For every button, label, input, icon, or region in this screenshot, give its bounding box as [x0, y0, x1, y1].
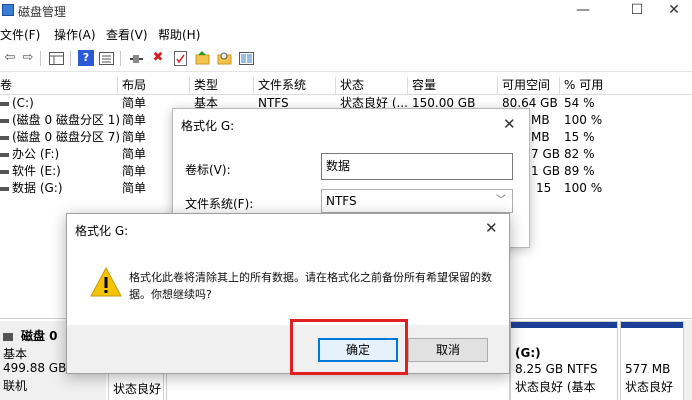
layout-cell: 简单 — [122, 181, 147, 195]
volume-icon — [0, 135, 9, 140]
column-header-capacity[interactable]: 容量 — [408, 77, 498, 95]
dialog-button-strip: 确定 取消 — [67, 325, 509, 373]
partition-g-size: 8.25 GB NTFS — [515, 362, 598, 376]
volume-icon — [0, 169, 9, 174]
layout-cell: 简单 — [122, 147, 147, 161]
filesystem-select[interactable]: NTFS ﹀ — [321, 189, 513, 213]
menu-view[interactable]: 查看(V) — [106, 26, 148, 43]
volume-name-cell: (磁盘 0 磁盘分区 1) — [0, 112, 120, 129]
partition-g-status: 状态良好 (基本 — [515, 380, 596, 394]
percent-free-cell: 82 % — [564, 147, 595, 161]
partition-bar — [511, 322, 617, 328]
column-header-layout[interactable]: 布局 — [118, 77, 190, 95]
delete-x-icon[interactable]: ✖ — [150, 50, 166, 66]
percent-free-cell: 54 % — [564, 96, 595, 110]
percent-free-cell: 15 % — [564, 130, 595, 144]
disk-type: 基本 — [3, 347, 28, 361]
toolbar-separator — [120, 51, 121, 66]
menu-help[interactable]: 帮助(H) — [158, 26, 200, 43]
column-header-volume[interactable]: 卷 — [0, 77, 118, 95]
disk-size: 499.88 GB — [3, 361, 67, 375]
cancel-button[interactable]: 取消 — [408, 338, 488, 362]
volume-icon — [0, 101, 9, 106]
percent-free-cell: 100 % — [564, 181, 603, 195]
back-arrow-icon[interactable]: ⇦ — [2, 50, 18, 66]
ok-button-highlight-box — [290, 319, 408, 375]
disk-icon — [3, 332, 13, 341]
volume-name-cell: 办公 (F:) — [0, 146, 59, 163]
volume-name-cell: (磁盘 0 磁盘分区 7) — [0, 129, 120, 146]
column-header-percent-free[interactable]: % 可用 — [560, 77, 692, 95]
warning-icon — [90, 266, 122, 297]
toolbar: ⇦ ⇨ ? ✖ — [0, 46, 692, 72]
window-titlebar: 磁盘管理 — ☐ ✕ — [0, 0, 692, 22]
volume-icon — [0, 186, 9, 191]
panels-icon[interactable] — [238, 50, 254, 66]
column-header-filesystem[interactable]: 文件系统 — [254, 77, 336, 95]
format-dialog-title: 格式化 G: — [181, 119, 235, 133]
properties-grid-icon[interactable] — [48, 50, 64, 66]
free-space-cell: 7 GB — [531, 147, 560, 161]
chevron-down-icon: ﹀ — [496, 195, 506, 206]
maximize-button[interactable]: ☐ — [614, 0, 660, 22]
partition-block-last[interactable]: 577 MB 状态良好 — [620, 321, 684, 400]
partition-last-status: 状态良好 — [625, 380, 674, 394]
connect-icon[interactable] — [128, 50, 144, 66]
disk-management-app-icon — [2, 4, 14, 16]
layout-cell: 简单 — [122, 164, 147, 178]
disk-status: 联机 — [3, 379, 28, 393]
minimize-button[interactable]: — — [560, 0, 606, 22]
free-space-cell: 1 GB — [531, 164, 560, 178]
format-confirm-dialog: 格式化 G: ✕ 格式化此卷将清除其上的所有数据。请在格式化之前备份所有希望保留… — [66, 213, 510, 374]
volume-label-label: 卷标(V): — [185, 163, 231, 177]
partition-block-g[interactable]: (G:) 8.25 GB NTFS 状态良好 (基本 — [510, 321, 618, 400]
partition-g-label: (G:) — [515, 346, 541, 360]
format-dialog-close-icon[interactable]: ✕ — [503, 115, 516, 133]
forward-arrow-icon[interactable]: ⇨ — [20, 50, 36, 66]
toolbar-separator — [40, 51, 41, 66]
confirm-dialog-close-icon[interactable]: ✕ — [485, 219, 498, 237]
toolbar-separator — [70, 51, 71, 66]
column-header-status[interactable]: 状态 — [336, 77, 408, 95]
vertical-scrollbar[interactable] — [684, 320, 692, 400]
volume-label-input[interactable]: 数据 — [321, 153, 513, 180]
partition-status: 状态良好 — [113, 382, 162, 396]
volume-name-cell: 数据 (G:) — [0, 180, 63, 197]
volume-icon — [0, 152, 9, 157]
volume-icon — [0, 118, 9, 123]
menu-action[interactable]: 操作(A) — [54, 26, 96, 43]
partition-bar — [621, 322, 683, 328]
percent-free-cell: 100 % — [564, 113, 603, 127]
free-space-cell: MB — [531, 113, 550, 127]
close-button[interactable]: ✕ — [656, 0, 692, 22]
help-icon[interactable]: ? — [78, 50, 94, 66]
disk-name: 磁盘 0 — [3, 327, 58, 344]
layout-cell: 简单 — [122, 96, 147, 110]
menu-file[interactable]: 文件(F) — [0, 26, 40, 43]
partition-last-size: 577 MB — [625, 362, 671, 376]
column-header-type[interactable]: 类型 — [190, 77, 254, 95]
folder-up-icon[interactable] — [194, 50, 210, 66]
free-space-cell: MB — [531, 130, 550, 144]
layout-cell: 简单 — [122, 130, 147, 144]
percent-free-cell: 89 % — [564, 164, 595, 178]
free-space-cell: 15 — [536, 181, 552, 195]
column-header-free-space[interactable]: 可用空间 — [498, 77, 560, 95]
layout-cell: 简单 — [122, 113, 147, 127]
confirm-dialog-title: 格式化 G: — [75, 224, 129, 238]
search-icon[interactable] — [216, 50, 232, 66]
menu-bar: 文件(F) 操作(A) 查看(V) 帮助(H) — [0, 24, 692, 44]
volume-table-header: 卷 布局 类型 文件系统 状态 容量 可用空间 % 可用 — [0, 77, 692, 95]
checklist-icon[interactable] — [172, 50, 188, 66]
list-view-icon[interactable] — [98, 50, 114, 66]
volume-name-cell: 软件 (E:) — [0, 163, 61, 180]
window-title: 磁盘管理 — [18, 5, 67, 19]
filesystem-label: 文件系统(F): — [185, 197, 254, 211]
confirm-message: 格式化此卷将清除其上的所有数据。请在格式化之前备份所有希望保留的数据。你想继续吗… — [129, 271, 492, 301]
volume-name-cell: (C:) — [0, 95, 34, 112]
